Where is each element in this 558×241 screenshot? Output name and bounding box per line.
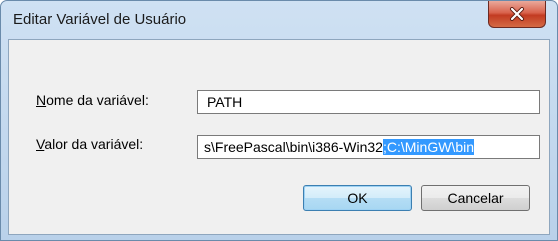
variable-name-input[interactable]: PATH (197, 90, 540, 114)
ok-button-label: OK (347, 190, 368, 206)
close-icon (509, 7, 525, 21)
dialog-window: Editar Variável de Usuário Nome da variá… (0, 0, 558, 241)
value-label: Valor da variável: (36, 136, 144, 152)
variable-value-input[interactable]: s\FreePascal\bin\i386-Win32;C:\MinGW\bin (197, 135, 540, 159)
cancel-button-label: Cancelar (447, 190, 504, 206)
name-label-mnemonic: N (36, 92, 47, 108)
title-bar[interactable]: Editar Variável de Usuário (1, 1, 557, 39)
name-label: Nome da variável: (36, 92, 149, 108)
variable-value-selection: ;C:\MinGW\bin (382, 139, 474, 155)
window-title: Editar Variável de Usuário (13, 11, 187, 28)
variable-name-value: PATH (207, 94, 243, 110)
ok-button[interactable]: OK (303, 185, 412, 211)
dialog-content: Nome da variável: PATH Valor da variável… (8, 39, 550, 235)
close-button[interactable] (488, 1, 546, 28)
cancel-button[interactable]: Cancelar (421, 185, 530, 211)
variable-value-text: s\FreePascal\bin\i386-Win32 (204, 139, 383, 155)
